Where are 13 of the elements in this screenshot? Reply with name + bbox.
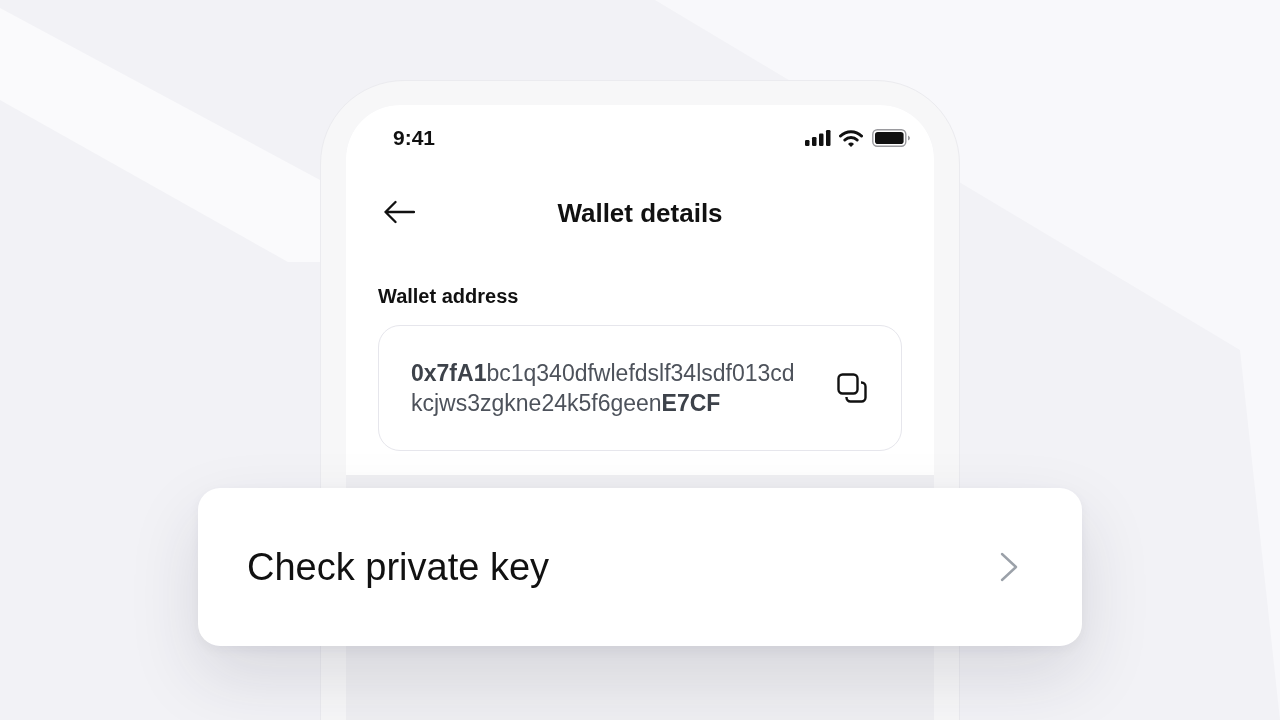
copy-icon bbox=[837, 373, 867, 403]
wifi-icon bbox=[839, 129, 863, 147]
chevron-right-icon bbox=[1000, 552, 1018, 582]
back-arrow-icon bbox=[383, 200, 415, 224]
menu-item[interactable]: Check private key bbox=[198, 488, 1082, 646]
signal-icon bbox=[805, 130, 831, 146]
back-button[interactable] bbox=[383, 200, 415, 224]
wallet-address-text: 0x7fA1bc1q340dfwlefdslf34lsdf013cd kcjws3zgkne24k5f6geenE7CF bbox=[411, 359, 795, 418]
screen-title: Wallet details bbox=[557, 197, 723, 229]
battery-icon bbox=[872, 129, 910, 147]
copy-button[interactable] bbox=[837, 373, 867, 403]
field-label: Wallet address bbox=[378, 285, 519, 308]
status-time: 9:41 bbox=[393, 126, 436, 150]
